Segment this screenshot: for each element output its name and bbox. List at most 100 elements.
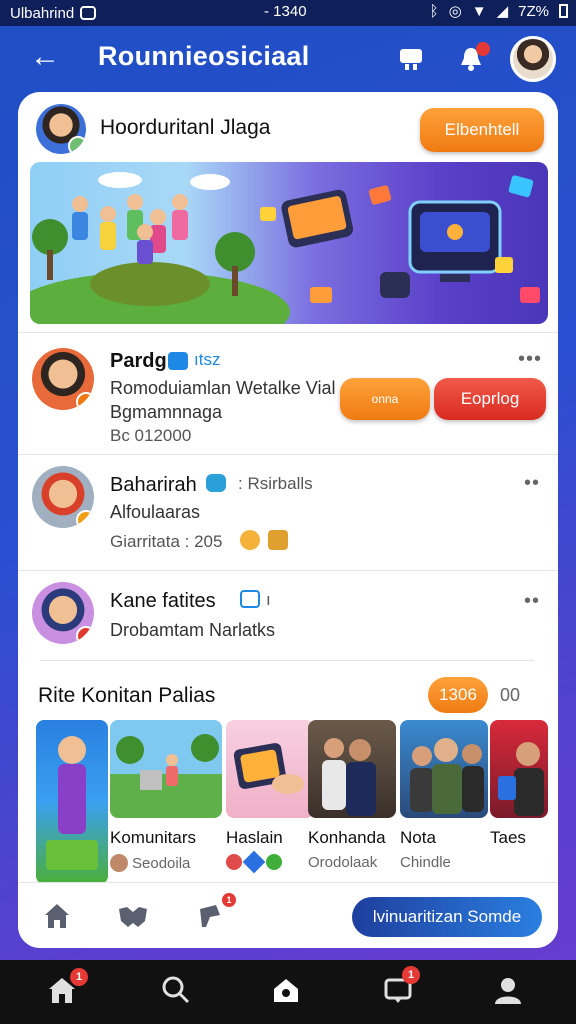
nav-profile-icon[interactable] <box>492 974 526 1008</box>
tile-image <box>308 720 396 818</box>
emoji-icon <box>226 854 242 870</box>
post-tag: : Rsirballs <box>238 474 313 493</box>
post-author: Pardg <box>110 350 167 372</box>
post-icon[interactable]: 1 <box>196 893 236 931</box>
tile-title: Taes <box>490 828 526 847</box>
carrier-label: Ulbahrind <box>10 4 75 22</box>
nav-notifications-badge: 1 <box>402 966 420 984</box>
avatar-status-badge <box>76 626 94 644</box>
carousel-tile[interactable]: Komunitars Seodoila <box>110 720 222 872</box>
tile-subtitle: Seodoila <box>110 854 222 872</box>
tile-image <box>490 720 548 818</box>
status-right: ᛒ ◎ ▼ ◢ 7Z% <box>430 2 568 20</box>
post-meta: Bc 012000 <box>110 426 192 445</box>
bell-badge <box>476 42 490 56</box>
leaf-icon <box>266 854 282 870</box>
join-community-button[interactable]: lvinuaritizan Somde <box>352 897 542 937</box>
tile-icons <box>226 850 314 874</box>
tile-avatar-icon <box>110 854 128 872</box>
post-text-line: Romoduiamlan Wetalke Vial <box>110 378 336 398</box>
feed-card: Hoorduritanl Jlaga Elbenhtell Pardg ıtsz… <box>18 92 558 948</box>
tile-title: Konhanda <box>308 828 386 847</box>
carousel-tile[interactable] <box>36 720 108 884</box>
post-author: Baharirah <box>110 474 197 496</box>
divider <box>40 660 534 661</box>
tile-title: Nota <box>400 828 436 847</box>
bell-icon[interactable] <box>456 42 490 74</box>
post-text-line: Drobamtam Narlatks <box>110 620 276 640</box>
app-title: Rounnieosiciaal <box>98 41 310 71</box>
tile-image <box>400 720 488 818</box>
nav-notifications-icon[interactable]: 1 <box>382 966 420 1008</box>
profile-avatar[interactable] <box>510 36 556 82</box>
section-title: Rite Konitan Palias <box>38 684 216 707</box>
secondary-action-button[interactable]: onna <box>340 378 430 420</box>
post-author: Kane fatites <box>110 590 216 612</box>
home-icon[interactable] <box>42 901 72 931</box>
page-icon <box>240 590 260 608</box>
avatar-status-badge <box>76 392 94 410</box>
battery-icon <box>559 4 568 18</box>
diamond-icon <box>242 850 266 874</box>
header-action-button[interactable]: Elbenhtell <box>420 108 544 152</box>
tile-subtitle-text: Seodoila <box>132 854 191 872</box>
tile-subtitle: Orodolaak <box>308 854 378 871</box>
tile-image <box>226 720 314 818</box>
card-action-bar: 1 lvinuaritizan Somde <box>18 882 558 948</box>
tile-subtitle: Chindle <box>400 854 451 871</box>
promo-banner[interactable] <box>30 162 548 324</box>
more-options-icon[interactable]: •• <box>524 472 540 495</box>
tile-title: Komunitars <box>110 828 196 847</box>
more-options-icon[interactable]: •• <box>524 590 540 613</box>
wifi-icon: ▼ <box>471 2 487 20</box>
status-left: Ulbahrind <box>10 4 97 22</box>
more-options-icon[interactable]: ••• <box>518 348 542 371</box>
post-avatar[interactable] <box>32 466 94 528</box>
status-bar: Ulbahrind - 1340 ᛒ ◎ ▼ ◢ 7Z% <box>0 0 576 26</box>
nav-search-icon[interactable] <box>160 974 194 1008</box>
group-avatar-badge <box>68 136 86 154</box>
status-time: - 1340 <box>264 3 307 20</box>
count-extra: 00 <box>500 685 521 705</box>
divider <box>18 454 558 455</box>
post-tag: ı <box>266 590 271 609</box>
carousel-tile[interactable]: Haslain <box>226 720 314 874</box>
back-arrow-icon[interactable]: ← <box>30 42 60 72</box>
bluetooth-icon: ᛒ <box>429 2 439 20</box>
gift-icon <box>268 530 288 550</box>
chat-icon <box>206 474 226 492</box>
emoji-face-icon <box>240 530 260 550</box>
carousel-tile[interactable]: Konhanda Orodolaak <box>308 720 396 871</box>
post-meta: Giarritata : 205 <box>110 532 223 551</box>
count-badge[interactable]: 1306 <box>428 677 488 713</box>
tile-title: Haslain <box>226 828 283 847</box>
avatar-status-badge <box>76 510 94 528</box>
group-name: Hoorduritanl Jlaga <box>100 116 271 139</box>
nav-community-icon[interactable] <box>270 974 304 1008</box>
post-text-line: Bgmamnnaga <box>110 402 223 422</box>
group-header: Hoorduritanl Jlaga Elbenhtell <box>18 92 558 162</box>
primary-action-button[interactable]: Eoprlog <box>434 378 546 420</box>
verified-icon <box>168 352 188 370</box>
post-badge: 1 <box>222 893 236 907</box>
carousel-tile[interactable]: Taes <box>490 720 548 848</box>
battery-percent: 7Z% <box>518 2 549 20</box>
post-tag: ıtsz <box>194 350 221 369</box>
signal-icon: ◢ <box>496 3 509 20</box>
divider <box>18 570 558 571</box>
post-avatar[interactable] <box>32 582 94 644</box>
banner-illustration <box>30 172 540 324</box>
sync-icon: ◎ <box>448 3 462 20</box>
nav-home-icon[interactable]: 1 <box>46 968 88 1008</box>
notification-icon <box>80 6 97 20</box>
divider <box>18 332 558 333</box>
message-icon[interactable] <box>396 44 426 74</box>
app-bar: ← Rounnieosiciaal <box>0 26 576 90</box>
carousel-tile[interactable]: Nota Chindle <box>400 720 488 871</box>
group-avatar[interactable] <box>36 104 86 154</box>
post-text-line: Alfoulaaras <box>110 502 201 522</box>
handshake-icon[interactable] <box>116 901 147 931</box>
post-avatar[interactable] <box>32 348 94 410</box>
nav-home-badge: 1 <box>70 968 88 986</box>
tile-image <box>110 720 222 818</box>
